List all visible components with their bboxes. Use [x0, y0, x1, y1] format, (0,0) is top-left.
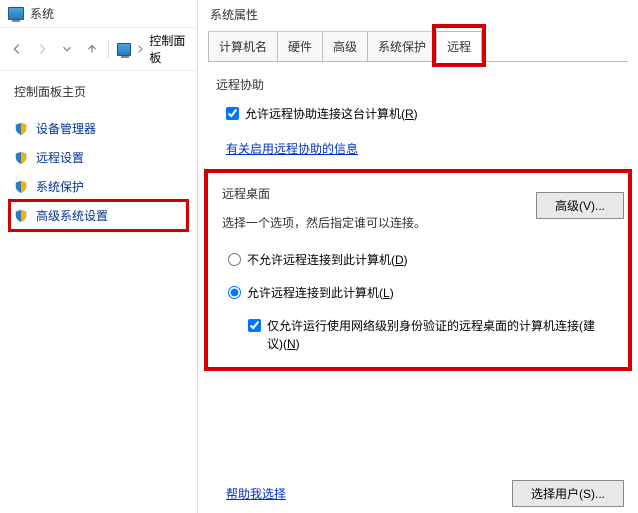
- forward-arrow-icon[interactable]: [33, 39, 50, 59]
- tab-remote[interactable]: 远程: [436, 31, 482, 62]
- tab-hardware[interactable]: 硬件: [277, 31, 323, 61]
- sidebar-title: 控制面板主页: [10, 83, 187, 100]
- radio-allow[interactable]: [228, 286, 241, 299]
- sidebar-item-label: 系统保护: [36, 178, 84, 195]
- back-arrow-icon[interactable]: [8, 39, 25, 59]
- sidebar-item-label: 高级系统设置: [36, 207, 108, 224]
- radio-disallow-row[interactable]: 不允许远程连接到此计算机(D): [228, 251, 614, 268]
- remote-assist-group-label: 远程协助: [216, 76, 620, 93]
- tab-system-protection[interactable]: 系统保护: [367, 31, 437, 61]
- tab-computer-name[interactable]: 计算机名: [208, 31, 278, 61]
- shield-icon: [14, 151, 28, 165]
- help-me-choose-link[interactable]: 帮助我选择: [226, 485, 286, 502]
- sidebar-item-advanced-system-settings[interactable]: 高级系统设置: [10, 201, 187, 230]
- breadcrumb-item[interactable]: 控制面板: [149, 32, 189, 66]
- nla-checkbox[interactable]: [248, 319, 261, 332]
- allow-remote-assist-checkbox[interactable]: [226, 107, 239, 120]
- radio-allow-label: 允许远程连接到此计算机(L): [247, 284, 394, 301]
- advanced-button[interactable]: 高级(V)...: [536, 192, 624, 219]
- tab-bar: 计算机名 硬件 高级 系统保护 远程: [208, 31, 628, 62]
- shield-icon: [14, 209, 28, 223]
- allow-remote-assist-checkbox-row[interactable]: 允许远程协助连接这台计算机(R): [226, 105, 620, 122]
- sidebar-item-label: 远程设置: [36, 149, 84, 166]
- radio-disallow-label: 不允许远程连接到此计算机(D): [247, 251, 408, 268]
- system-icon: [8, 7, 24, 20]
- title-bar: 系统: [0, 0, 197, 27]
- radio-allow-row[interactable]: 允许远程连接到此计算机(L): [228, 284, 614, 301]
- window-title: 系统: [30, 5, 54, 22]
- shield-icon: [14, 180, 28, 194]
- pc-icon: [117, 43, 131, 56]
- sidebar-item-system-protection[interactable]: 系统保护: [10, 172, 187, 201]
- radio-disallow[interactable]: [228, 253, 241, 266]
- nla-checkbox-row[interactable]: 仅允许运行使用网络级别身份验证的远程桌面的计算机连接(建议)(N): [248, 317, 614, 353]
- sidebar-item-label: 设备管理器: [36, 120, 96, 137]
- shield-icon: [14, 122, 28, 136]
- sidebar-item-device-manager[interactable]: 设备管理器: [10, 114, 187, 143]
- dialog-title: 系统属性: [198, 0, 638, 29]
- breadcrumb[interactable]: 控制面板: [117, 32, 189, 66]
- dropdown-arrow-icon[interactable]: [58, 39, 75, 59]
- nav-bar: 控制面板: [0, 27, 197, 71]
- chevron-right-icon: [137, 44, 144, 54]
- nav-separator: [108, 40, 109, 58]
- sidebar-item-remote-settings[interactable]: 远程设置: [10, 143, 187, 172]
- up-arrow-icon[interactable]: [83, 39, 100, 59]
- nla-checkbox-label: 仅允许运行使用网络级别身份验证的远程桌面的计算机连接(建议)(N): [267, 317, 607, 353]
- tab-advanced[interactable]: 高级: [322, 31, 368, 61]
- remote-assist-info-link[interactable]: 有关启用远程协助的信息: [226, 140, 358, 157]
- allow-remote-assist-label: 允许远程协助连接这台计算机(R): [245, 105, 418, 122]
- select-users-button[interactable]: 选择用户(S)...: [512, 480, 624, 507]
